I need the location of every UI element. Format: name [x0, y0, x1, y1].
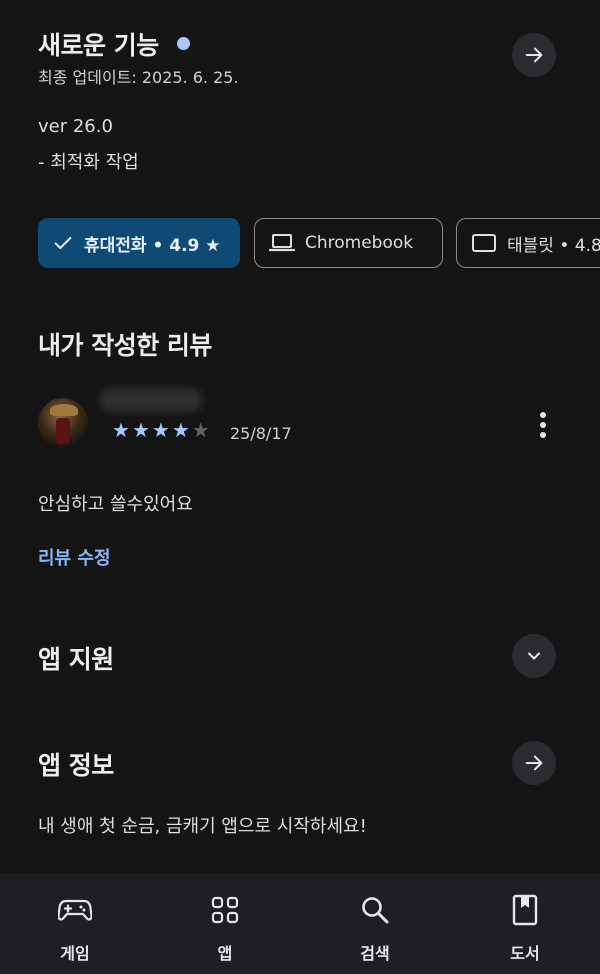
- book-icon: [512, 894, 538, 926]
- review-star-rating: ★ ★ ★ ★ ★: [112, 420, 210, 440]
- device-chip-label: Chromebook: [305, 233, 414, 253]
- review-more-button[interactable]: [530, 410, 556, 440]
- edit-review-link[interactable]: 리뷰 수정: [38, 544, 111, 570]
- whats-new-arrow-button[interactable]: [512, 33, 556, 77]
- laptop-icon: [269, 234, 295, 252]
- app-info-heading: 앱 정보: [38, 751, 114, 780]
- star-icon: ★: [171, 418, 190, 442]
- new-indicator-dot: [176, 37, 190, 50]
- more-vert-icon: [540, 412, 546, 438]
- gamepad-icon: [58, 899, 92, 921]
- device-chip-tablet[interactable]: 태블릿 • 4.8: [456, 218, 600, 268]
- app-info-description: 내 생애 첫 순금, 금캐기 앱으로 시작하세요!: [38, 816, 367, 837]
- device-chip-chromebook[interactable]: Chromebook: [254, 218, 443, 268]
- nav-item-books[interactable]: 도서: [450, 874, 600, 974]
- review-date: 25/8/17: [230, 424, 292, 443]
- apps-grid-icon: [211, 896, 239, 924]
- nav-label: 검색: [360, 944, 390, 963]
- star-icon: ★: [131, 418, 150, 442]
- app-support-heading: 앱 지원: [38, 645, 114, 674]
- last-updated-text: 최종 업데이트: 2025. 6. 25.: [38, 68, 239, 87]
- bottom-navigation: 게임 앱 검색 도서: [0, 874, 600, 974]
- nav-label: 앱: [217, 944, 233, 963]
- check-icon: [54, 236, 72, 250]
- nav-item-apps[interactable]: 앱: [150, 874, 300, 974]
- nav-label: 게임: [60, 944, 90, 963]
- my-review-heading: 내가 작성한 리뷰: [38, 331, 212, 360]
- device-chip-label: 휴대전화 • 4.9 ★: [84, 235, 221, 256]
- nav-item-search[interactable]: 검색: [300, 874, 450, 974]
- version-text: ver 26.0: [38, 116, 113, 137]
- app-info-arrow-button[interactable]: [512, 741, 556, 785]
- avatar: [38, 398, 88, 448]
- device-chip-label: 태블릿 • 4.8: [507, 235, 600, 256]
- arrow-right-icon: [525, 755, 543, 771]
- search-icon: [362, 897, 389, 924]
- app-support-expand-button[interactable]: [512, 634, 556, 678]
- star-empty-icon: ★: [191, 418, 210, 442]
- release-notes-text: - 최적화 작업: [38, 152, 139, 173]
- whats-new-title: 새로운 기능: [38, 26, 190, 62]
- tablet-icon: [472, 234, 496, 252]
- arrow-right-icon: [525, 47, 543, 63]
- nav-label: 도서: [510, 944, 540, 963]
- device-chip-phone[interactable]: 휴대전화 • 4.9 ★: [38, 218, 240, 268]
- redacted-username: [100, 388, 202, 412]
- star-icon: ★: [112, 418, 130, 442]
- star-icon: ★: [151, 418, 170, 442]
- review-text: 안심하고 쓸수있어요: [38, 494, 193, 515]
- nav-item-games[interactable]: 게임: [0, 874, 150, 974]
- chevron-down-icon: [528, 652, 540, 660]
